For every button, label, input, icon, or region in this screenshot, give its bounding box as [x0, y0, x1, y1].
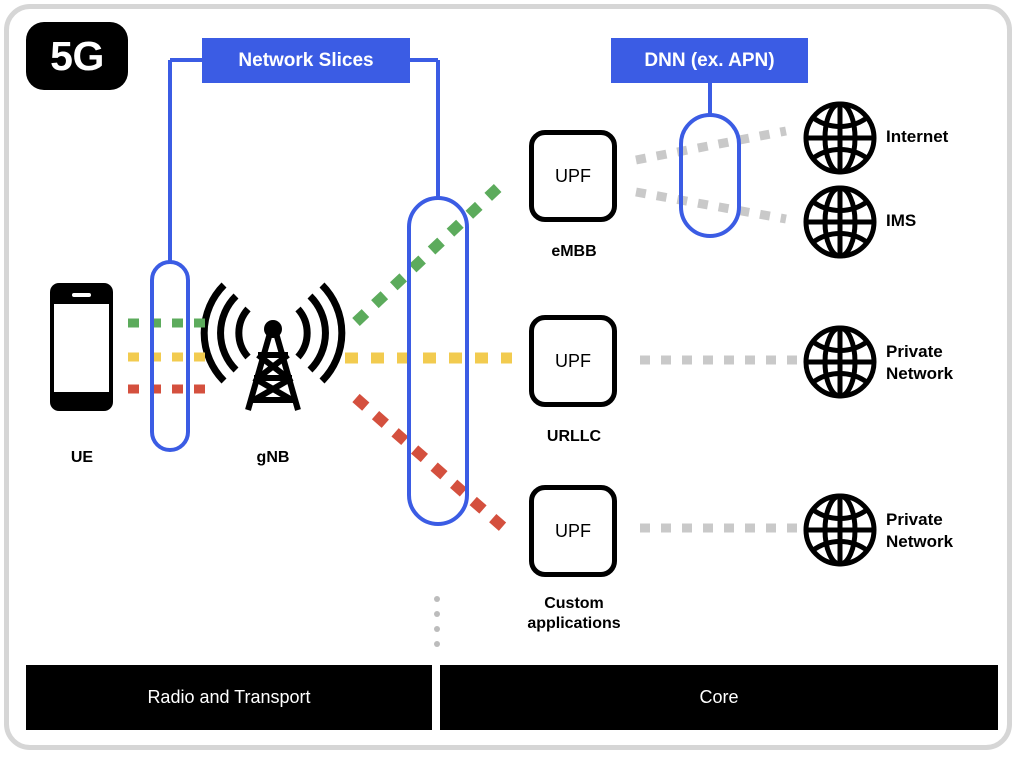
network-label-private-2: Private Network: [886, 509, 953, 553]
ellipsis-dot: [434, 611, 440, 617]
bottom-bar-radio-transport: Radio and Transport: [26, 665, 432, 730]
ellipsis-dot: [434, 626, 440, 632]
diagram-canvas: 5G Network Slices DNN (ex. APN) UE gNB U…: [0, 0, 1024, 762]
network-label-private-2-line1: Private: [886, 510, 943, 529]
upf-box-embb: UPF: [529, 130, 617, 222]
ue-phone-icon: [50, 283, 113, 411]
dnn-header: DNN (ex. APN): [611, 38, 808, 83]
upf-box-urllc: UPF: [529, 315, 617, 407]
phone-speaker: [72, 293, 91, 297]
network-label-private-1-line1: Private: [886, 342, 943, 361]
ellipsis-dot: [434, 596, 440, 602]
upf-urllc-title: UPF: [555, 350, 591, 371]
network-slices-header: Network Slices: [202, 38, 410, 83]
ellipsis-dots: [434, 596, 440, 647]
bottom-bar-core: Core: [440, 665, 998, 730]
slice-capsule-transport: [407, 196, 469, 526]
network-label-internet: Internet: [886, 127, 949, 146]
badge-5g: 5G: [26, 22, 128, 90]
ellipsis-dot: [434, 641, 440, 647]
phone-screen: [54, 304, 109, 392]
slice-capsule-access: [150, 260, 190, 452]
network-label-private-2-line2: Network: [886, 532, 954, 552]
network-label-ims: IMS: [886, 211, 917, 230]
upf-urllc-caption: URLLC: [546, 428, 602, 445]
upf-embb-title: UPF: [555, 165, 591, 186]
ue-label: UE: [70, 449, 94, 466]
upf-custom-caption-line2: applications: [527, 615, 621, 632]
network-label-private-1-line2: Network: [886, 364, 954, 384]
slice-capsule-dnn: [679, 113, 741, 238]
upf-custom-caption-line1: Custom: [544, 595, 604, 612]
upf-embb-caption: eMBB: [551, 243, 597, 260]
gnb-label: gNB: [256, 449, 290, 466]
upf-custom-title: UPF: [555, 520, 591, 541]
network-label-private-1: Private Network: [886, 341, 953, 385]
upf-box-custom: UPF: [529, 485, 617, 577]
upf-custom-caption: Custom applications: [494, 594, 654, 634]
